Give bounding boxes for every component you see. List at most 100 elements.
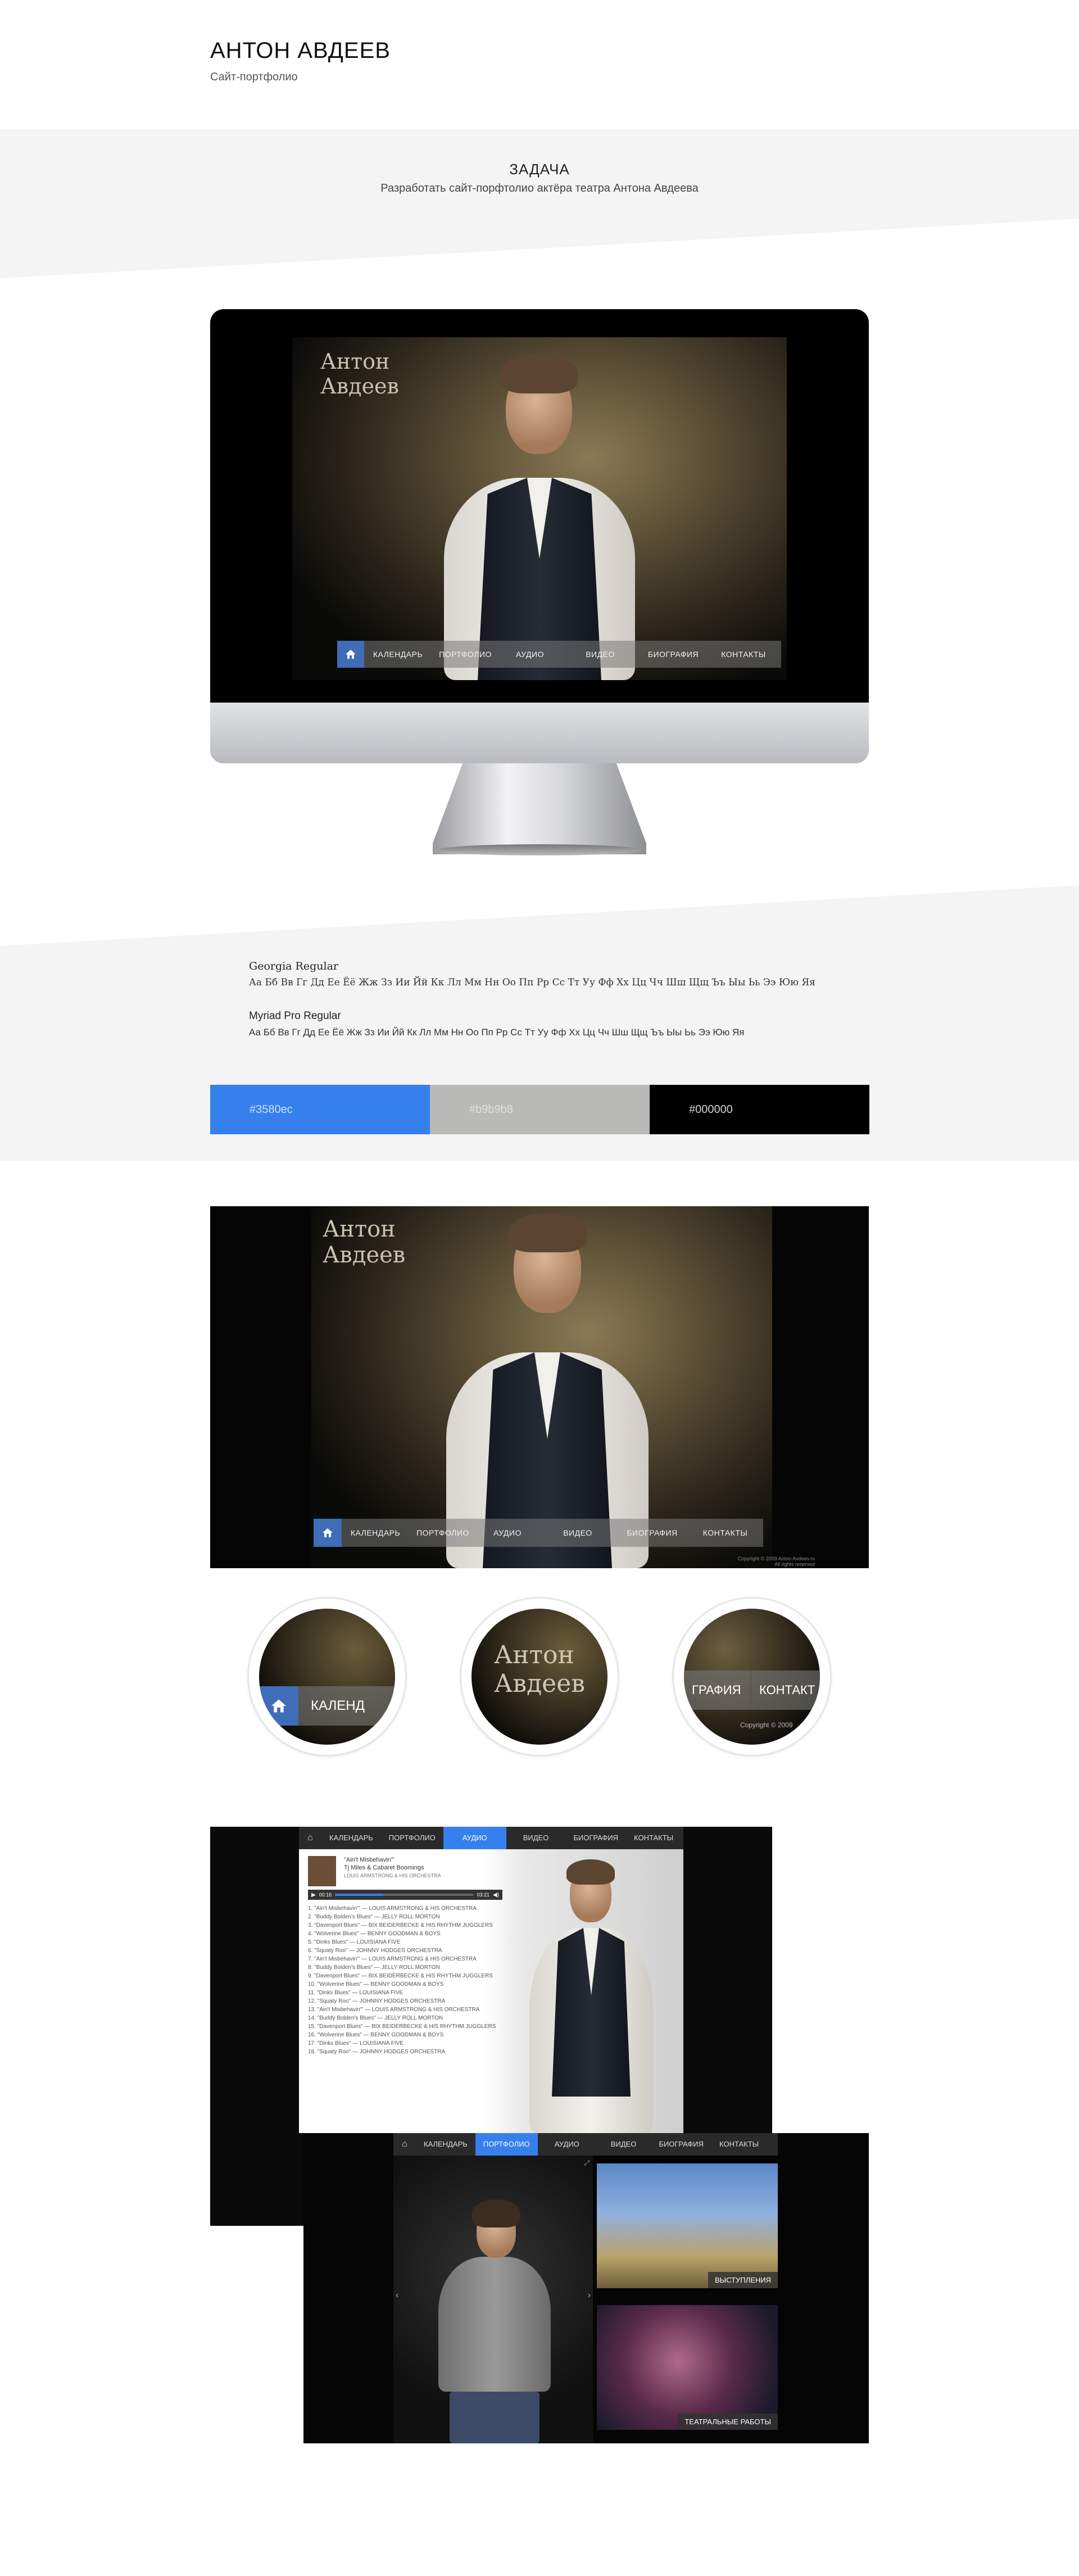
font1-alphabet: Аа Бб Вв Гг Дд Ее Ёё Жж Зз Ии Йй Кк Лл М… <box>249 977 815 988</box>
nav-biography[interactable]: БИОГРАФИЯ <box>640 650 707 659</box>
copyright: Copyright © 2009 Anton Avdeev.ru All rig… <box>738 1556 815 1567</box>
nav-video[interactable]: ВИДЕО <box>561 650 640 659</box>
progress-track[interactable] <box>335 1894 474 1896</box>
now-playing-orchestra: LOUIS ARMSTRONG & HIS ORCHESTRA <box>344 1873 441 1878</box>
track-item[interactable]: 2. "Buddy Bolden's Blues" — JELLY ROLL M… <box>308 1913 496 1921</box>
volume-icon[interactable]: ◀) <box>493 1892 499 1898</box>
site-logo-2-line2: Авдеев <box>323 1242 406 1268</box>
portfolio-nav-audio[interactable]: АУДИО <box>538 2133 596 2156</box>
color-swatch-blue: #3580ec <box>210 1085 430 1134</box>
zoom-nav-calendar: КАЛЕНД <box>311 1698 365 1713</box>
fullscreen-icon[interactable]: ⤢ <box>584 2159 590 2167</box>
nav-biography[interactable]: БИОГРАФИЯ <box>617 1528 687 1537</box>
time-total: 03:21 <box>477 1892 489 1898</box>
portfolio-page-mockup: ⌂ КАЛЕНДАРЬ ПОРТФОЛИО АУДИО ВИДЕО БИОГРА… <box>303 2133 869 2443</box>
detail-circle-footer-inner: ГРАФИЯ КОНТАКТ Copyright © 2009 <box>684 1609 820 1745</box>
home-button-2[interactable] <box>314 1519 342 1547</box>
site-logo[interactable]: Антон Авдеев <box>320 349 399 399</box>
font2-name: Myriad Pro Regular <box>249 1010 341 1022</box>
track-item[interactable]: 6. "Squaty Roo" — JOHNNY HODGES ORCHESTR… <box>308 1946 496 1955</box>
portfolio-nav-portfolio[interactable]: ПОРТФОЛИО <box>475 2133 538 2156</box>
nav-video[interactable]: ВИДЕО <box>538 1528 617 1537</box>
track-list: 1. "Ain't Misbehavin'" — LOUIS ARMSTRONG… <box>308 1904 496 2056</box>
nav-contacts[interactable]: КОНТАКТЫ <box>707 650 780 659</box>
nav-contacts[interactable]: КОНТАКТЫ <box>687 1528 763 1537</box>
track-item[interactable]: 14. "Buddy Bolden's Blues" — JELLY ROLL … <box>308 2014 496 2022</box>
portfolio-main-photo[interactable]: ‹ › ⤢ <box>393 2156 593 2443</box>
zoom-logo-line2: Авдеев <box>494 1669 586 1698</box>
track-item[interactable]: 9. "Davenport Blues" — BIX BEIDERBECKE &… <box>308 1972 496 1980</box>
track-item[interactable]: 8. "Buddy Bolden's Blues" — JELLY ROLL M… <box>308 1963 496 1972</box>
task-band <box>0 129 1079 278</box>
rights-line: All rights reserved <box>774 1561 815 1567</box>
monitor-stand <box>433 763 646 854</box>
portfolio-nav-contacts[interactable]: КОНТАКТЫ <box>711 2133 767 2156</box>
detail-circle-nav: КАЛЕНД <box>249 1599 405 1755</box>
audio-page-nav: ⌂ КАЛЕНДАРЬ ПОРТФОЛИО АУДИО ВИДЕО БИОГРА… <box>299 1827 683 1849</box>
audio-nav-portfolio[interactable]: ПОРТФОЛИО <box>381 1827 443 1849</box>
track-item[interactable]: 5. "Dinks Blues" — LOUISIANA FIVE <box>308 1938 496 1946</box>
gallery-theater-works[interactable]: ТЕАТРАЛЬНЫЕ РАБОТЫ <box>597 2305 778 2430</box>
portfolio-nav-calendar[interactable]: КАЛЕНДАРЬ <box>416 2133 475 2156</box>
audio-home-button[interactable]: ⌂ <box>299 1827 321 1849</box>
nav-calendar[interactable]: КАЛЕНДАРЬ <box>364 650 432 659</box>
audio-nav-contacts[interactable]: КОНТАКТЫ <box>626 1827 681 1849</box>
home-icon: ⌂ <box>307 1833 313 1842</box>
next-arrow-icon[interactable]: › <box>588 2290 591 2301</box>
track-item[interactable]: 10. "Wolverine Blues" — BENNY GOODMAN & … <box>308 1980 496 1989</box>
now-playing-artist: Tj Miles & Cabaret Boomings <box>344 1864 424 1871</box>
nav-portfolio[interactable]: ПОРТФОЛИО <box>432 650 499 659</box>
track-item[interactable]: 17. "Dinks Blues" — LOUISIANA FIVE <box>308 2039 496 2048</box>
track-item[interactable]: 12. "Squaty Roo" — JOHNNY HODGES ORCHEST… <box>308 1997 496 2005</box>
site-logo-line1: Антон <box>320 349 390 374</box>
page-title: АНТОН АВДЕЕВ <box>210 38 391 63</box>
audio-nav-audio[interactable]: АУДИО <box>443 1827 506 1849</box>
track-item[interactable]: 15. "Davenport Blues" — BIX BEIDERBECKE … <box>308 2022 496 2031</box>
zoom-nav-bar-2: ГРАФИЯ КОНТАКТ <box>684 1670 820 1710</box>
portfolio-nav-biography[interactable]: БИОГРАФИЯ <box>651 2133 711 2156</box>
nav-portfolio[interactable]: ПОРТФОЛИО <box>409 1528 477 1537</box>
audio-page-photo <box>484 1849 683 2133</box>
nav-audio[interactable]: АУДИО <box>477 1528 538 1537</box>
zoom-nav-contacts: КОНТАКТ <box>759 1683 815 1697</box>
zoom-home-button[interactable] <box>259 1686 298 1726</box>
monitor-stand-base <box>438 844 641 855</box>
detail-circle-logo-inner: Антон Авдеев <box>472 1609 607 1745</box>
track-item[interactable]: 11. "Dinks Blues" — LOUISIANA FIVE <box>308 1989 496 1997</box>
track-item[interactable]: 7. "Ain't Misbehavin'" — LOUIS ARMSTRONG… <box>308 1955 496 1963</box>
home-icon: ⌂ <box>402 2139 407 2149</box>
track-item[interactable]: 3. "Davenport Blues" — BIX BEIDERBECKE &… <box>308 1921 496 1930</box>
play-icon[interactable]: ▶ <box>311 1892 316 1898</box>
main-nav: КАЛЕНДАРЬ ПОРТФОЛИО АУДИО ВИДЕО БИОГРАФИ… <box>337 641 781 668</box>
site-logo-line2: Авдеев <box>320 373 399 399</box>
color-swatch-gray: #b9b9b8 <box>430 1085 650 1134</box>
site-logo-2[interactable]: Антон Авдеев <box>323 1216 405 1268</box>
portfolio-page-nav: ⌂ КАЛЕНДАРЬ ПОРТФОЛИО АУДИО ВИДЕО БИОГРА… <box>393 2133 778 2156</box>
task-text: Разработать сайт-порфтолио актёра театра… <box>380 182 699 194</box>
portfolio-home-button[interactable]: ⌂ <box>393 2133 416 2156</box>
home-page-mockup: Антон Авдеев КАЛЕНДАРЬ ПОРТФОЛИО АУДИО В… <box>210 1206 869 1568</box>
prev-arrow-icon[interactable]: ‹ <box>396 2290 398 2301</box>
audio-nav-biography[interactable]: БИОГРАФИЯ <box>565 1827 626 1849</box>
home-button[interactable] <box>337 641 364 668</box>
track-item[interactable]: 13. "Ain't Misbehavin'" — LOUIS ARMSTRON… <box>308 2005 496 2014</box>
track-item[interactable]: 1. "Ain't Misbehavin'" — LOUIS ARMSTRONG… <box>308 1904 496 1913</box>
track-item[interactable]: 4. "Wolverine Blues" — BENNY GOODMAN & B… <box>308 1930 496 1938</box>
gallery-performances[interactable]: ВЫСТУПЛЕНИЯ <box>597 2163 778 2288</box>
track-item[interactable]: 18. "Squaty Roo" — JOHNNY HODGES ORCHEST… <box>308 2048 496 2056</box>
track-item[interactable]: 16. "Wolverine Blues" — BENNY GOODMAN & … <box>308 2031 496 2039</box>
actor-portrait-2 <box>424 1206 671 1568</box>
audio-nav-calendar[interactable]: КАЛЕНДАРЬ <box>321 1827 381 1849</box>
portfolio-nav-video[interactable]: ВИДЕО <box>596 2133 651 2156</box>
site-logo-2-line1: Антон <box>323 1216 396 1242</box>
nav-calendar[interactable]: КАЛЕНДАРЬ <box>342 1528 409 1537</box>
monitor-screen: Антон Авдеев КАЛЕНДАРЬ ПОРТФОЛИО АУДИО В… <box>236 337 843 680</box>
copyright-line: Copyright © 2009 Anton Avdeev.ru <box>737 1556 815 1561</box>
album-cover <box>308 1856 336 1886</box>
now-playing: "Ain't Misbehavin'" Tj Miles & Cabaret B… <box>344 1856 441 1880</box>
nav-audio[interactable]: АУДИО <box>499 650 561 659</box>
main-nav-2: КАЛЕНДАРЬ ПОРТФОЛИО АУДИО ВИДЕО БИОГРАФИ… <box>314 1519 763 1547</box>
audio-nav-video[interactable]: ВИДЕО <box>506 1827 566 1849</box>
now-playing-title: "Ain't Misbehavin'" <box>344 1857 395 1863</box>
home-icon <box>323 1528 333 1537</box>
